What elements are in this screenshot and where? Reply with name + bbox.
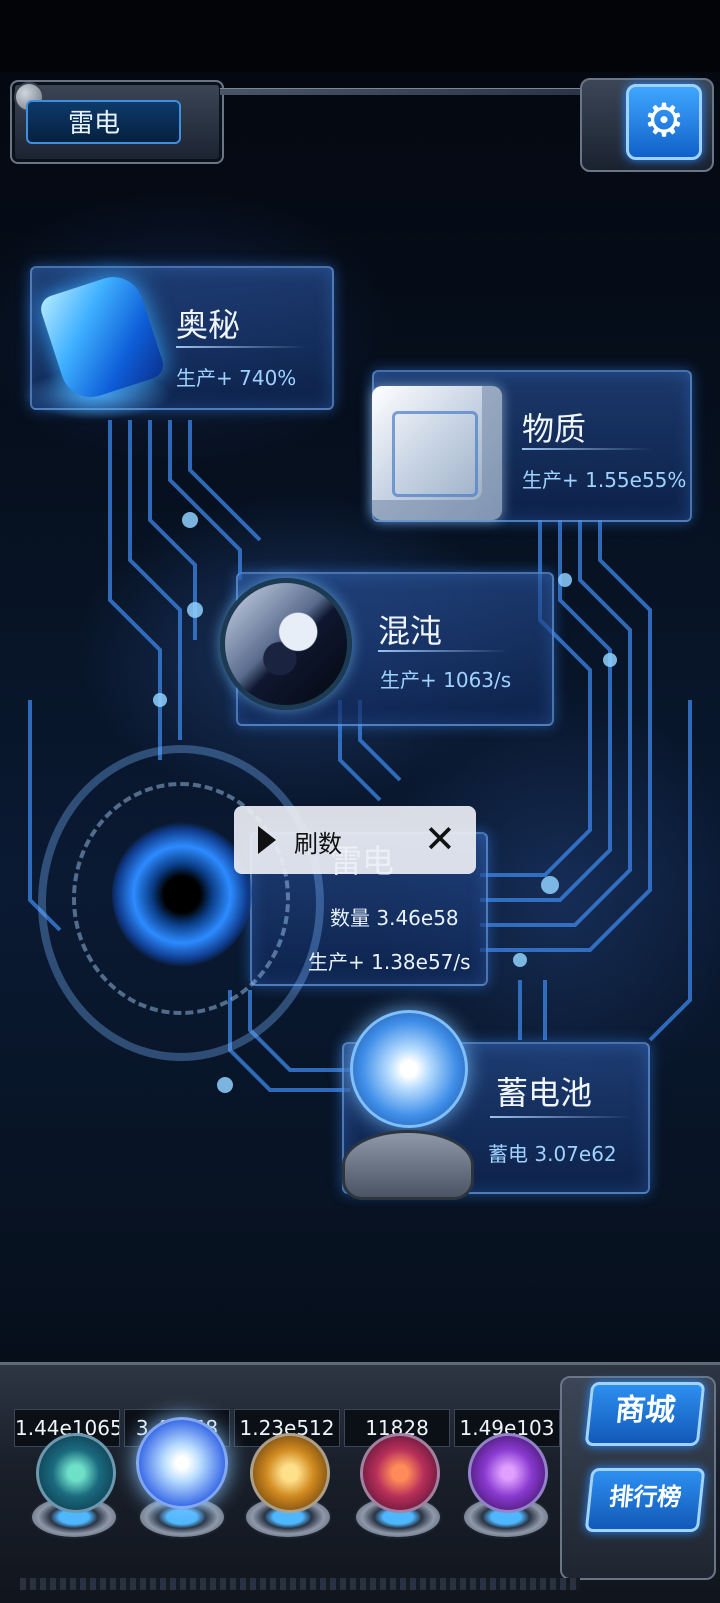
ranking-button[interactable]: 排行榜 <box>584 1468 706 1532</box>
cube-icon <box>372 386 502 520</box>
node-matter-stat: 生产+ 1.55e55% <box>522 468 687 492</box>
settings-button[interactable]: ⚙ <box>626 84 702 160</box>
molecule-orb-icon[interactable] <box>36 1433 116 1513</box>
node-arcane-name: 奥秘 <box>176 306 241 344</box>
top-header: 雷电 <box>0 72 720 172</box>
lightning-orb-icon <box>350 1010 468 1128</box>
vortex-orb-icon[interactable] <box>468 1433 548 1513</box>
refresh-popup: 刷数 ✕ <box>234 806 476 874</box>
node-chaos-divider <box>378 650 508 652</box>
header-rail <box>220 88 590 95</box>
node-battery-stat: 蓄电 3.07e62 <box>488 1142 617 1166</box>
close-icon[interactable]: ✕ <box>424 814 456 864</box>
black-hole-icon <box>112 822 252 967</box>
node-battery-name: 蓄电池 <box>496 1074 593 1112</box>
node-matter-divider <box>522 448 652 450</box>
node-battery-divider <box>490 1116 630 1118</box>
play-icon[interactable] <box>258 826 276 854</box>
node-matter-name: 物质 <box>522 410 587 448</box>
battery-base-icon <box>342 1130 474 1200</box>
refresh-label[interactable]: 刷数 <box>294 824 342 859</box>
node-chaos-name: 混沌 <box>378 612 443 650</box>
fire-orb-icon[interactable] <box>250 1433 330 1513</box>
node-arcane-stat: 生产+ 740% <box>176 366 297 390</box>
bottom-footer-grill <box>20 1578 580 1590</box>
lightning-orb-tab-icon[interactable] <box>136 1417 228 1509</box>
page-title: 雷电 <box>26 100 181 144</box>
gear-icon: ⚙ <box>643 93 685 147</box>
node-arcane-divider <box>176 346 306 348</box>
node-chaos-stat: 生产+ 1063/s <box>380 668 512 692</box>
neural-orb-icon[interactable] <box>360 1433 440 1513</box>
node-thunder-amount: 数量 3.46e58 <box>330 906 459 930</box>
shop-button[interactable]: 商城 <box>584 1382 706 1446</box>
node-thunder-stat: 生产+ 1.38e57/s <box>308 950 471 974</box>
yin-yang-icon <box>220 578 352 710</box>
